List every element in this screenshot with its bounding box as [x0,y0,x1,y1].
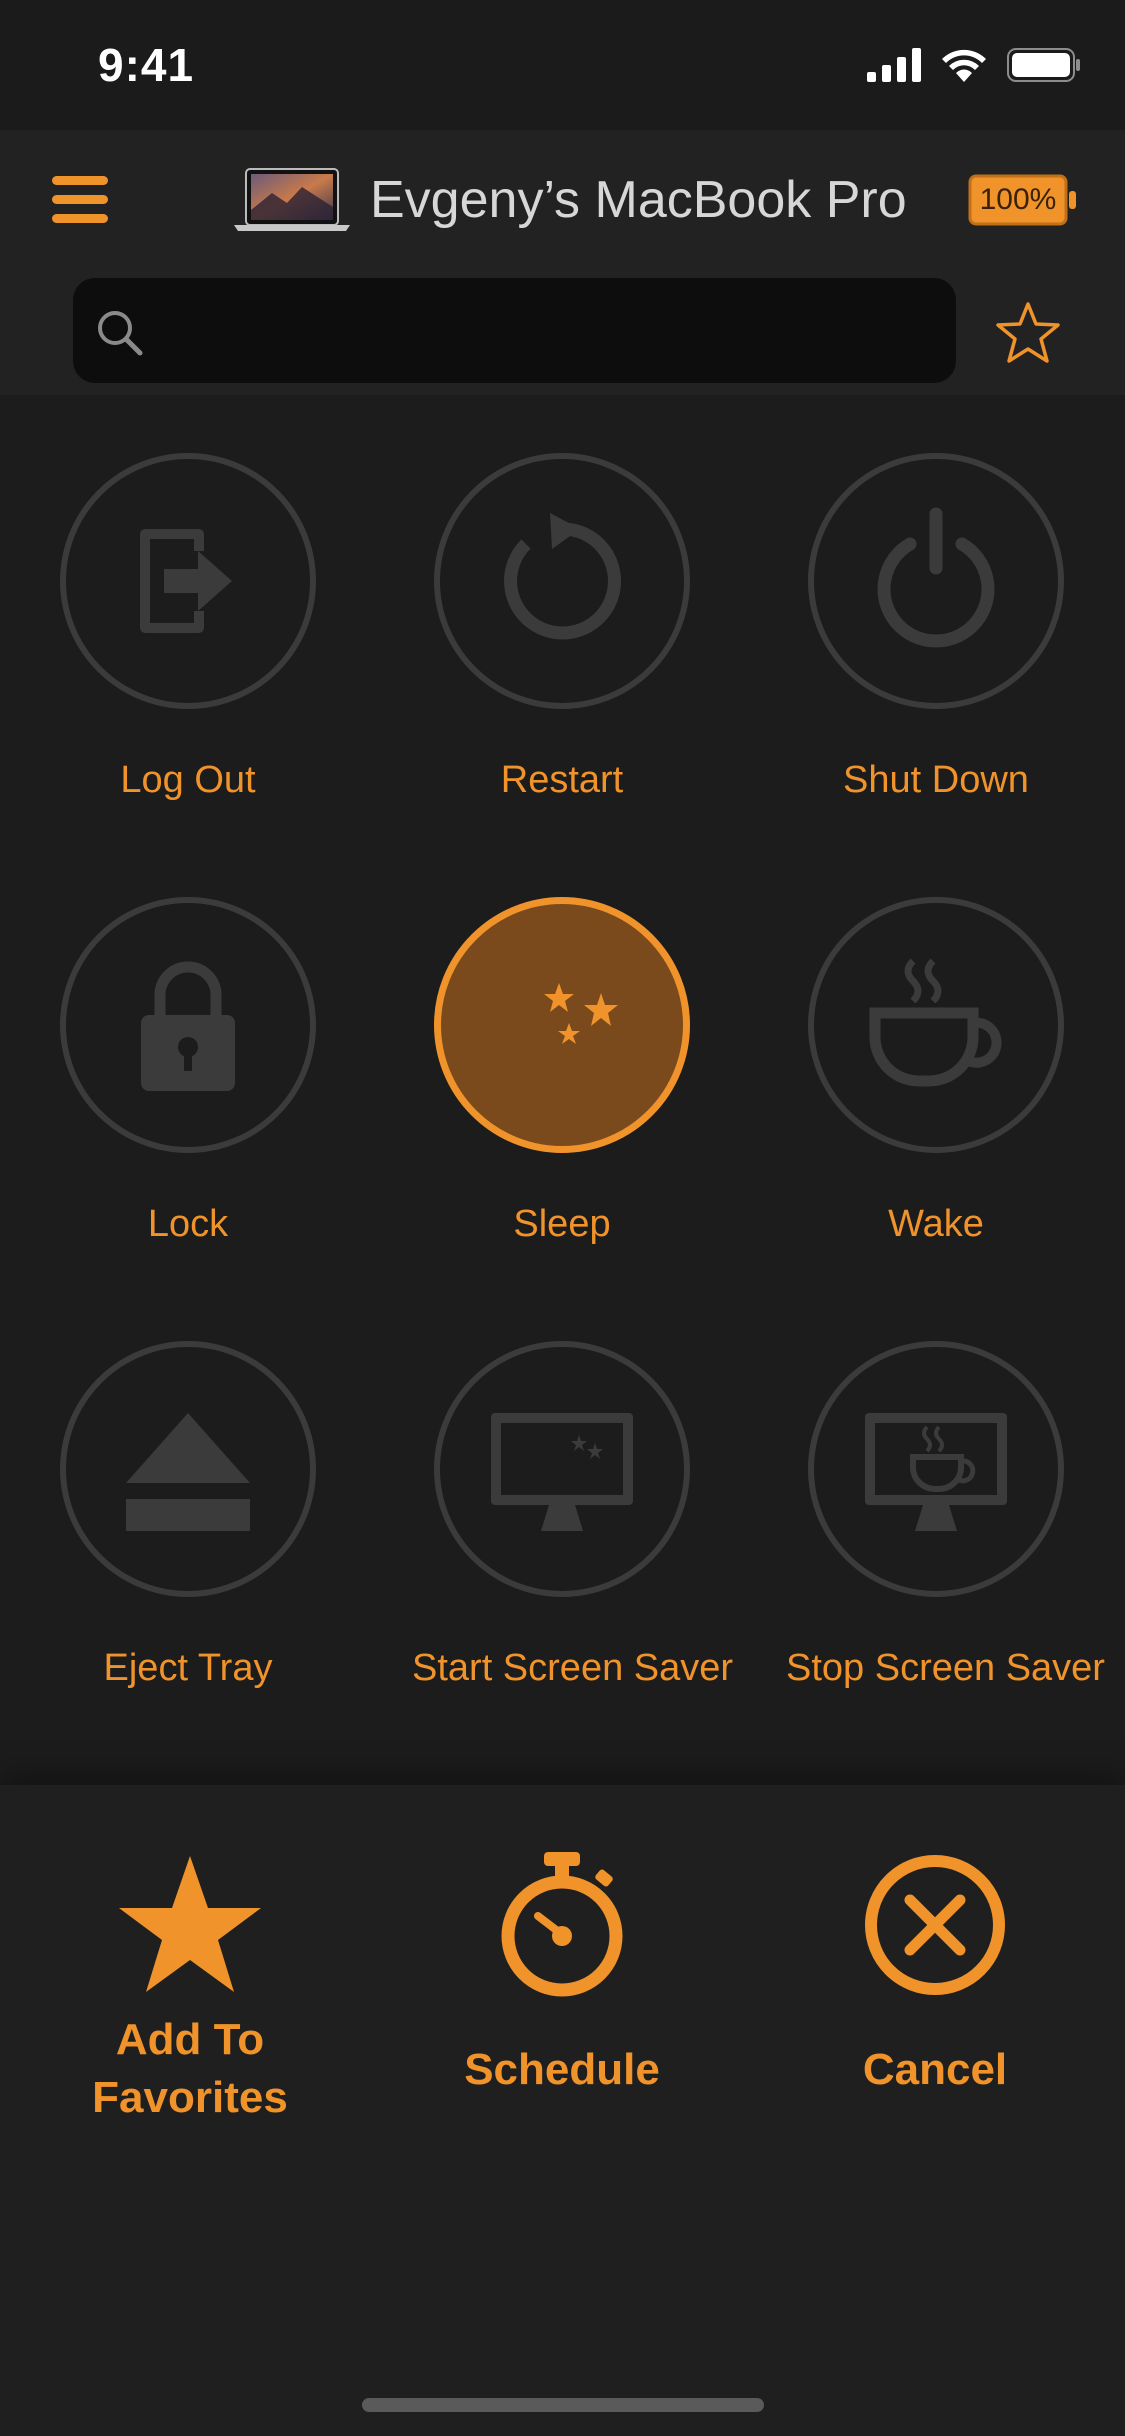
tile-restart[interactable]: Restart [412,453,712,802]
tile-label: Lock [147,1203,229,1245]
search-field[interactable] [73,278,956,385]
add-to-favorites-button[interactable]: Add To Favorites [40,1845,340,2127]
tile-sleep[interactable]: Sleep [412,897,712,1246]
cancel-button[interactable]: Cancel [785,1845,1085,2099]
tile-wake[interactable]: Wake [786,897,1086,1246]
tile-label: Wake [888,1203,984,1245]
moon-stars-icon [517,969,623,1081]
home-indicator[interactable] [362,2398,764,2412]
tile-label: Shut Down [843,759,1029,801]
tile-ring[interactable] [60,897,316,1153]
eject-icon [126,1413,250,1531]
tile-ring[interactable] [808,897,1064,1153]
search-bar-row [0,270,1125,395]
search-icon [98,311,143,356]
macbook-icon [234,168,350,231]
tile-ring[interactable] [808,1341,1064,1597]
monitor-cup-icon [865,1413,1007,1531]
monitor-moon-icon [491,1413,633,1531]
power-icon [877,507,995,648]
tile-label: Restart [500,759,624,801]
hamburger-menu-icon[interactable] [50,170,110,230]
tile-label: Stop Screen Saver [786,1647,1105,1689]
action-label: Cancel [862,2045,1008,2094]
tile-ring[interactable] [434,1341,690,1597]
favorites-star-icon[interactable] [995,300,1061,366]
action-sheet: Add To Favorites Schedule Cancel [0,1785,1125,2436]
star-icon [119,1856,261,1992]
tile-label: Eject Tray [103,1647,273,1689]
device-name: Evgeny’s MacBook Pro [370,171,907,229]
tile-eject-tray[interactable]: Eject Tray [38,1341,338,1690]
device-battery: 100% [968,174,1078,226]
status-bar: 9:41 [0,0,1125,130]
app-header: Evgeny’s MacBook Pro 100% [0,130,1125,270]
device-battery-label: 100% [979,183,1057,216]
status-icons [867,48,1081,82]
tile-label: Sleep [513,1203,611,1245]
device-title[interactable]: Evgeny’s MacBook Pro [232,160,907,240]
wifi-icon [942,49,986,82]
tile-ring[interactable] [434,453,690,709]
tile-shut-down[interactable]: Shut Down [786,453,1086,802]
signal-icon [867,48,921,82]
status-time: 9:41 [98,39,195,91]
tile-lock[interactable]: Lock [38,897,338,1246]
stopwatch-icon [501,1852,623,1997]
tile-ring[interactable] [434,897,690,1153]
search-input[interactable] [163,278,927,385]
action-label: Add To Favorites [92,2015,288,2122]
tile-start-screen-saver[interactable]: Start Screen Saver [412,1341,734,1690]
tile-label: Log Out [120,759,256,801]
tile-ring[interactable] [808,453,1064,709]
lock-icon [141,961,235,1091]
tile-label: Start Screen Saver [412,1647,734,1689]
coffee-cup-icon [869,958,1002,1087]
battery-status-icon [1007,48,1080,82]
restart-icon [504,513,622,640]
close-circle-icon [865,1855,1005,1995]
tile-log-out[interactable]: Log Out [38,453,338,802]
tile-ring[interactable] [60,1341,316,1597]
tile-stop-screen-saver[interactable]: Stop Screen Saver [786,1341,1105,1690]
log-out-icon [140,529,232,633]
tile-ring[interactable] [60,453,316,709]
command-grid: Log Out Restart Shut Down Lock Sleep Wak… [0,395,1125,1805]
action-label: Schedule [464,2045,660,2094]
schedule-button[interactable]: Schedule [412,1845,712,2099]
